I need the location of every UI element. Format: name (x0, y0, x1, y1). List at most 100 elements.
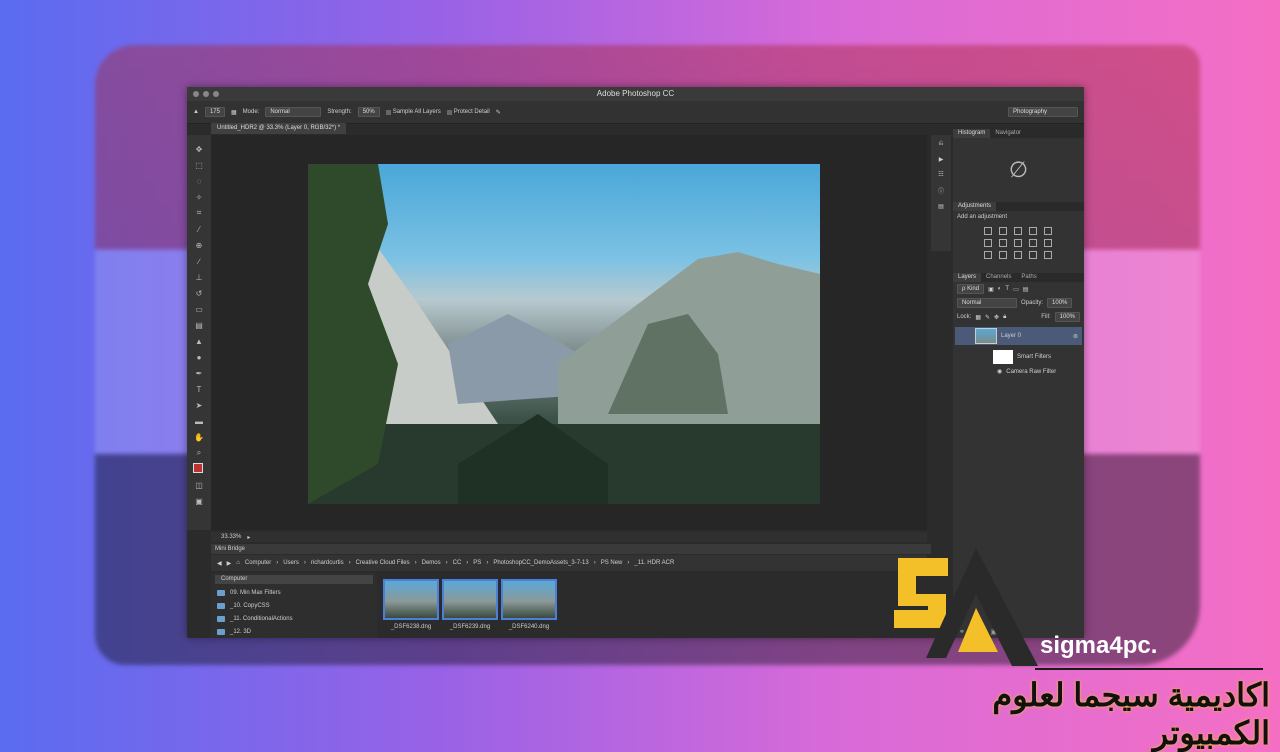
tab-adjustments[interactable]: Adjustments (953, 202, 997, 211)
minimize-dot-icon[interactable] (203, 91, 209, 97)
hue-saturation-icon[interactable] (984, 239, 992, 247)
type-tool-icon[interactable]: T (193, 383, 205, 395)
zoom-dot-icon[interactable] (213, 91, 219, 97)
pressure-icon[interactable]: ✎ (496, 109, 501, 116)
brush-tool-icon[interactable]: ∕ (193, 255, 205, 267)
brightness-icon[interactable] (984, 227, 992, 235)
path-8[interactable]: PS New (601, 560, 623, 566)
mini-bridge-tab[interactable]: Mini Bridge (211, 544, 931, 554)
thumbnail[interactable]: _DSF6239.dng (442, 579, 498, 630)
lock-pixels-icon[interactable]: ▦ (975, 314, 981, 321)
tab-navigator[interactable]: Navigator (990, 129, 1026, 138)
status-menu-icon[interactable]: ▸ (247, 534, 250, 541)
path-4[interactable]: Demos (422, 560, 441, 566)
invert-icon[interactable] (984, 251, 992, 259)
healing-tool-icon[interactable]: ⊕ (193, 239, 205, 251)
path-5[interactable]: CC (453, 560, 462, 566)
color-balance-icon[interactable] (999, 239, 1007, 247)
visibility-eye-icon[interactable]: ◉ (997, 368, 1002, 375)
canvas-image[interactable] (308, 164, 820, 504)
color-swatches[interactable] (193, 463, 207, 477)
close-dot-icon[interactable] (193, 91, 199, 97)
thumbnail[interactable]: _DSF6240.dng (501, 579, 557, 630)
info-icon[interactable]: ⓘ (938, 186, 944, 195)
properties-icon[interactable]: ☷ (938, 171, 943, 178)
filter-smart-icon[interactable]: ▤ (1023, 286, 1029, 293)
path-7[interactable]: PhotoshopCC_DemoAssets_3-7-13 (493, 560, 588, 566)
black-white-icon[interactable] (1014, 239, 1022, 247)
path-9[interactable]: _11. HDR ACR (634, 560, 674, 566)
back-icon[interactable]: ◀ (217, 560, 222, 567)
smart-filters-row[interactable]: Smart Filters (953, 348, 1084, 366)
lock-paint-icon[interactable]: ✎ (985, 314, 990, 321)
brush-size-field[interactable]: 175 (204, 107, 225, 117)
lock-move-icon[interactable]: ✥ (994, 314, 999, 321)
tab-histogram[interactable]: Histogram (953, 129, 991, 138)
blend-mode-select[interactable]: Normal (957, 298, 1017, 308)
eyedropper-tool-icon[interactable]: ⁄ (193, 223, 205, 235)
kind-filter-select[interactable]: ρ Kind (957, 284, 985, 294)
brush-panel-icon[interactable]: ▦ (231, 109, 237, 116)
path-2[interactable]: richardcurtis (311, 560, 344, 566)
workspace-select[interactable]: Photography (1008, 107, 1078, 117)
posterize-icon[interactable] (999, 251, 1007, 259)
path-6[interactable]: PS (473, 560, 481, 566)
thumbnail-image[interactable] (442, 579, 498, 620)
path-3[interactable]: Creative Cloud Files (356, 560, 410, 566)
crop-tool-icon[interactable]: ⌗ (193, 207, 205, 219)
document-tab[interactable]: Untitled_HDR2 @ 33.3% (Layer 0, RGB/32*)… (211, 123, 347, 134)
quick-select-tool-icon[interactable]: ✧ (193, 191, 205, 203)
move-tool-icon[interactable]: ✥ (193, 143, 205, 155)
list-item[interactable]: _11. ConditionalActions (211, 612, 377, 625)
lock-all-icon[interactable]: 🔒︎ (1003, 314, 1006, 321)
tab-layers[interactable]: Layers (953, 273, 982, 282)
window-controls[interactable] (193, 91, 219, 97)
protect-detail-checkbox[interactable]: Protect Detail (446, 109, 490, 115)
threshold-icon[interactable] (1014, 251, 1022, 259)
mode-select[interactable]: Normal (265, 107, 322, 117)
quick-mask-icon[interactable]: ◫ (193, 479, 205, 491)
tool-preset-icon[interactable]: ▲ (193, 109, 199, 115)
forward-icon[interactable]: ▶ (227, 560, 232, 567)
zoom-tool-icon[interactable]: ⌕ (193, 447, 205, 459)
gradient-tool-icon[interactable]: ▤ (193, 319, 205, 331)
foreground-color-icon[interactable] (193, 463, 203, 473)
strength-field[interactable]: 50% (357, 107, 380, 117)
lasso-tool-icon[interactable]: ◌ (193, 175, 205, 187)
dodge-tool-icon[interactable]: ● (193, 351, 205, 363)
hand-tool-icon[interactable]: ✋ (193, 431, 205, 443)
zoom-readout[interactable]: 33.33% (221, 534, 241, 540)
fill-field[interactable]: 100% (1054, 312, 1080, 322)
thumbnail[interactable]: _DSF6238.dng (383, 579, 439, 630)
marquee-tool-icon[interactable]: ⬚ (193, 159, 205, 171)
home-icon[interactable]: ⌂ (236, 560, 240, 566)
thumbnail-image[interactable] (383, 579, 439, 620)
camera-raw-filter-row[interactable]: ◉ Camera Raw Filter (953, 366, 1084, 377)
channel-mixer-icon[interactable] (1044, 239, 1052, 247)
thumbnail-image[interactable] (501, 579, 557, 620)
filter-adjust-icon[interactable]: ◐ (998, 286, 1002, 292)
path-select-tool-icon[interactable]: ➤ (193, 399, 205, 411)
filter-shape-icon[interactable]: ▭ (1013, 286, 1019, 293)
path-0[interactable]: Computer (245, 560, 271, 566)
pen-tool-icon[interactable]: ✒ (193, 367, 205, 379)
selective-color-icon[interactable] (1044, 251, 1052, 259)
path-1[interactable]: Users (283, 560, 299, 566)
sample-all-layers-checkbox[interactable]: Sample All Layers (385, 109, 441, 115)
vibrance-icon[interactable] (1044, 227, 1052, 235)
layer-name[interactable]: Layer 0 (1001, 333, 1021, 339)
shape-tool-icon[interactable]: ▬ (193, 415, 205, 427)
screen-mode-icon[interactable]: ▣ (193, 495, 205, 507)
tab-paths[interactable]: Paths (1016, 273, 1041, 282)
history-brush-tool-icon[interactable]: ↺ (193, 287, 205, 299)
stamp-tool-icon[interactable]: ⊥ (193, 271, 205, 283)
list-item[interactable]: _10. CopyCSS (211, 599, 377, 612)
history-icon[interactable]: ⎌ (939, 141, 944, 148)
exposure-icon[interactable] (1029, 227, 1037, 235)
list-item[interactable]: 09. Min Max Filters (211, 586, 377, 599)
source-header[interactable]: Computer (215, 575, 373, 584)
opacity-field[interactable]: 100% (1047, 298, 1073, 308)
photo-filter-icon[interactable] (1029, 239, 1037, 247)
canvas-area[interactable] (211, 135, 927, 530)
actions-icon[interactable]: ▶ (939, 156, 944, 163)
